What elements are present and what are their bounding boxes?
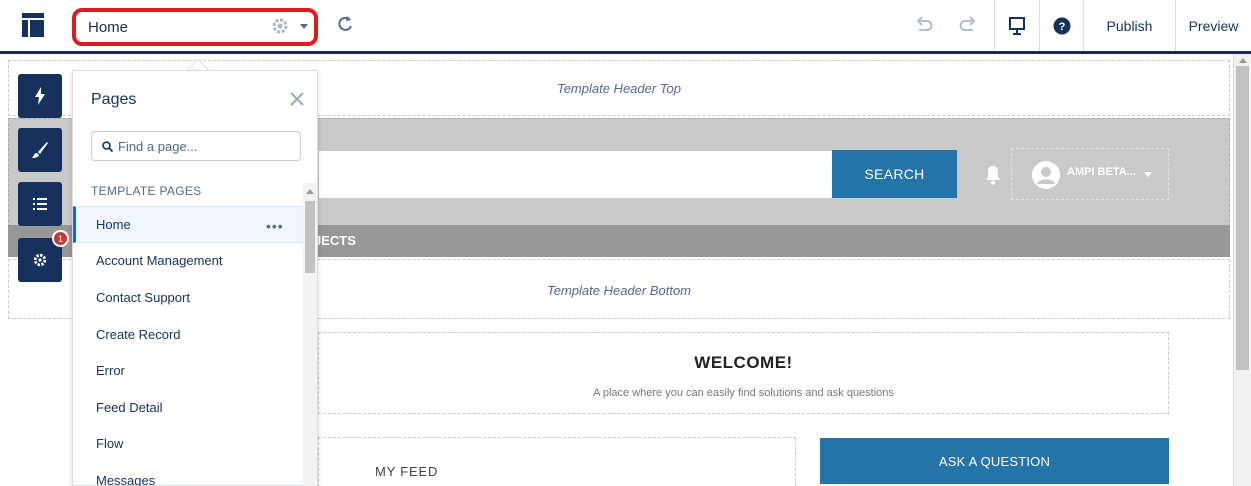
preview-button[interactable]: Preview xyxy=(1175,0,1251,51)
pages-panel: Pages TEMPLATE PAGES Home ••• Account Ma… xyxy=(72,70,318,486)
page-list-scrollbar[interactable] xyxy=(303,183,317,486)
current-page-name: Home xyxy=(88,19,129,36)
page-search-input[interactable] xyxy=(118,136,293,156)
refresh-icon[interactable] xyxy=(336,15,354,33)
page-item-label: Create Record xyxy=(96,326,181,342)
scroll-up-icon[interactable] xyxy=(1239,58,1247,63)
notification-badge: 1 xyxy=(52,230,69,247)
page-search-field[interactable] xyxy=(91,131,301,161)
chevron-down-icon[interactable] xyxy=(300,24,308,29)
more-actions-icon[interactable]: ••• xyxy=(266,218,284,234)
page-selector[interactable]: Home xyxy=(72,8,318,46)
gear-icon[interactable] xyxy=(270,16,290,36)
page-item-home[interactable]: Home ••• xyxy=(73,206,303,243)
avatar xyxy=(1032,161,1060,189)
close-icon[interactable] xyxy=(289,91,305,107)
nav-item-objects[interactable]: JECTS xyxy=(314,233,356,248)
scrollbar-thumb[interactable] xyxy=(305,201,315,273)
top-toolbar: Home ? Publish Preview xyxy=(0,0,1251,54)
page-item-label: Feed Detail xyxy=(96,399,163,415)
theme-button[interactable] xyxy=(18,128,62,172)
help-icon: ? xyxy=(1053,17,1070,34)
welcome-subtitle: A place where you can easily find soluti… xyxy=(593,387,894,399)
gear-icon xyxy=(33,253,47,267)
page-item[interactable]: Flow xyxy=(73,426,303,463)
search-input[interactable] xyxy=(319,151,832,198)
page-item-label: Flow xyxy=(96,436,124,452)
page-item-label: Error xyxy=(96,363,125,379)
publish-button[interactable]: Publish xyxy=(1083,0,1175,51)
welcome-banner[interactable]: WELCOME! A place where you can easily fi… xyxy=(318,332,1169,414)
user-profile-menu[interactable]: AMPI BETA... xyxy=(1011,148,1169,200)
page-item[interactable]: Create Record xyxy=(73,316,303,353)
canvas-scrollbar[interactable] xyxy=(1233,54,1251,486)
list-icon xyxy=(33,198,47,210)
redo-icon[interactable] xyxy=(958,15,978,35)
page-item[interactable]: Error xyxy=(73,352,303,389)
lightning-icon xyxy=(35,87,45,105)
page-item-label: Contact Support xyxy=(96,289,190,305)
user-name: AMPI BETA... xyxy=(1067,166,1136,178)
svg-text:?: ? xyxy=(1058,21,1065,33)
page-item[interactable]: Contact Support xyxy=(73,279,303,316)
page-item[interactable]: Feed Detail xyxy=(73,389,303,426)
page-structure-button[interactable] xyxy=(18,182,62,226)
page-item-label: Messages xyxy=(96,472,156,486)
brush-icon xyxy=(32,142,48,158)
scroll-up-icon[interactable] xyxy=(306,189,314,194)
page-item-label: Home xyxy=(96,216,131,232)
feed-label: MY FEED xyxy=(375,464,439,479)
search-button[interactable]: SEARCH xyxy=(832,150,957,198)
chevron-down-icon xyxy=(1144,172,1152,177)
welcome-title: WELCOME! xyxy=(694,353,793,372)
undo-icon[interactable] xyxy=(914,15,934,35)
device-preview-button[interactable] xyxy=(994,0,1039,51)
help-button[interactable]: ? xyxy=(1039,0,1083,51)
bell-icon[interactable] xyxy=(984,165,1002,185)
section-header: TEMPLATE PAGES xyxy=(91,184,202,198)
device-preview-icon xyxy=(1009,16,1025,35)
search-icon xyxy=(102,141,113,152)
page-item-label: Account Management xyxy=(96,253,223,269)
page-item[interactable]: Account Management xyxy=(73,243,303,280)
my-feed-component[interactable]: MY FEED xyxy=(318,437,796,486)
panel-title: Pages xyxy=(91,91,137,108)
page-list: Home ••• Account Management Contact Supp… xyxy=(73,206,303,486)
page-item[interactable]: Messages xyxy=(73,462,303,486)
ask-question-button[interactable]: ASK A QUESTION xyxy=(820,438,1169,484)
scrollbar-thumb[interactable] xyxy=(1236,66,1249,370)
components-button[interactable] xyxy=(18,74,62,118)
layout-icon[interactable] xyxy=(22,13,44,37)
